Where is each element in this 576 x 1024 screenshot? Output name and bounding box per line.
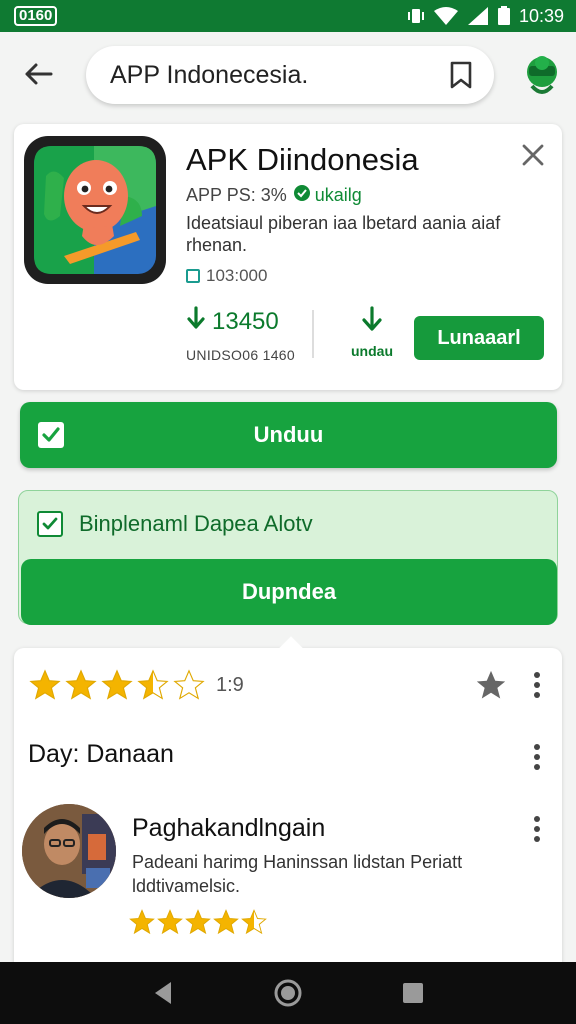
meta-badge: ukailg bbox=[293, 184, 362, 207]
signal-icon bbox=[467, 6, 489, 26]
install-button[interactable]: Lunaaarl bbox=[414, 316, 544, 360]
system-nav-bar bbox=[0, 962, 576, 1024]
download-count-value: 13450 bbox=[212, 307, 279, 335]
download-icon bbox=[186, 306, 206, 337]
nav-recents-icon[interactable] bbox=[393, 973, 433, 1013]
app-meta: APP PS: 3% ukailg bbox=[186, 184, 362, 207]
notice-row[interactable]: Binplenaml Dapea Alotv bbox=[37, 511, 313, 537]
search-bar[interactable]: APP Indonecesia. bbox=[86, 46, 494, 104]
rating-value: 1:9 bbox=[216, 673, 244, 696]
star-icon bbox=[129, 909, 155, 935]
search-text: APP Indonecesia. bbox=[110, 60, 309, 89]
download-stat: 13450 UNIDSO06 1460 bbox=[186, 306, 295, 363]
download-count: 13450 bbox=[186, 306, 295, 337]
meta-badge-label: ukailg bbox=[314, 185, 362, 205]
reviewer-avatar[interactable] bbox=[22, 804, 116, 898]
app-icon[interactable] bbox=[24, 136, 166, 284]
more-vert-icon[interactable] bbox=[532, 672, 542, 698]
star-icon bbox=[65, 669, 97, 700]
shield-icon bbox=[293, 184, 311, 207]
star-icon bbox=[101, 669, 133, 700]
bookmark-icon[interactable] bbox=[446, 60, 476, 90]
more-vert-icon[interactable] bbox=[532, 816, 542, 842]
section-title: Day: Danaan bbox=[28, 740, 174, 768]
review-card: 1:9 Day: Danaan Paghakandlngain Padeani … bbox=[14, 636, 562, 968]
clock-time: 10:39 bbox=[518, 5, 564, 26]
download-button-label: Unduu bbox=[253, 422, 324, 447]
nav-home-icon[interactable] bbox=[268, 973, 308, 1013]
carrier-label: 0160 bbox=[14, 6, 58, 26]
download-icon bbox=[360, 306, 384, 338]
star-icon bbox=[185, 909, 211, 935]
review-text: Padeani harimg Haninssan lidstan Periatt… bbox=[132, 852, 463, 896]
app-card: APK Diindonesia APP PS: 3% ukailg Ideats… bbox=[14, 124, 562, 390]
nav-back-icon[interactable] bbox=[143, 973, 183, 1013]
app-size: 103:000 bbox=[186, 266, 267, 286]
notice-text: Binplenaml Dapea Alotv bbox=[79, 511, 313, 536]
card-pointer bbox=[278, 636, 304, 662]
star-icon bbox=[157, 909, 183, 935]
status-left: 0160 bbox=[14, 6, 58, 26]
mini-download-label: undau bbox=[351, 343, 393, 359]
notice-panel: Binplenaml Dapea Alotv Dupndea bbox=[18, 490, 558, 625]
close-icon[interactable] bbox=[520, 142, 546, 168]
app-title: APK Diindonesia bbox=[186, 142, 419, 177]
reviewer-rating bbox=[128, 908, 268, 936]
download-count-label: UNIDSO06 1460 bbox=[186, 347, 295, 363]
checkbox-icon[interactable] bbox=[37, 511, 63, 537]
vibrate-icon bbox=[407, 7, 425, 25]
mini-download-button[interactable]: undau bbox=[346, 306, 398, 359]
check-icon bbox=[38, 422, 64, 448]
status-bar: 0160 10:39 bbox=[0, 0, 576, 32]
status-right: 10:39 bbox=[407, 6, 564, 27]
app-meta-text: APP PS: 3% bbox=[186, 185, 287, 205]
download-button[interactable]: Unduu bbox=[20, 402, 557, 468]
app-size-value: 103:000 bbox=[206, 266, 268, 285]
star-icon bbox=[29, 669, 61, 700]
account-avatar[interactable] bbox=[520, 50, 564, 100]
top-app-bar: APP Indonecesia. bbox=[0, 32, 576, 116]
file-size-icon bbox=[186, 269, 200, 283]
star-icon[interactable] bbox=[474, 668, 508, 702]
star-icon bbox=[213, 909, 239, 935]
wifi-icon bbox=[433, 6, 459, 26]
rating-row: 1:9 bbox=[28, 668, 244, 702]
notice-button[interactable]: Dupndea bbox=[21, 559, 557, 625]
star-icon bbox=[173, 669, 205, 700]
battery-icon bbox=[497, 6, 511, 26]
back-arrow-icon[interactable] bbox=[18, 56, 58, 92]
star-icon bbox=[137, 669, 169, 700]
star-icon bbox=[241, 909, 267, 935]
stat-divider bbox=[312, 310, 314, 358]
reviewer-name: Paghakandlngain bbox=[132, 814, 326, 842]
app-description: Ideatsiaul piberan iaa lbetard aania aia… bbox=[186, 213, 501, 255]
more-vert-icon[interactable] bbox=[532, 744, 542, 770]
